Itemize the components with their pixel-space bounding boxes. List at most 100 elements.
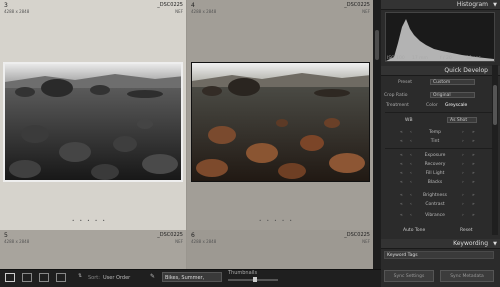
lake-greyscale-image (5, 64, 181, 180)
vibrance-decrease-large-button[interactable]: « (400, 213, 403, 218)
cell-index: 4 (191, 2, 195, 9)
vibrance-increase-large-button[interactable]: » (472, 213, 475, 218)
cell-filetype: NEF (175, 239, 183, 244)
loupe-view-icon[interactable] (22, 273, 32, 282)
cell-index: 6 (191, 232, 195, 239)
temp-decrease-large-button[interactable]: « (400, 130, 403, 135)
fill-light-decrease-button[interactable]: ‹ (410, 171, 412, 176)
recovery-decrease-button[interactable]: ‹ (410, 162, 412, 167)
contrast-decrease-large-button[interactable]: « (400, 202, 403, 207)
sync-settings-button[interactable]: Sync Settings (384, 270, 434, 282)
sort-icon[interactable]: ⇅ (78, 273, 82, 279)
fill-light-increase-large-button[interactable]: » (472, 171, 475, 176)
blacks-label: Blacks (427, 180, 443, 185)
fill-light-increase-button[interactable]: › (462, 171, 464, 176)
fill-light-decrease-large-button[interactable]: « (400, 171, 403, 176)
grid-scrollbar-thumb[interactable] (375, 30, 379, 60)
tint-decrease-button[interactable]: ‹ (410, 139, 412, 144)
grid-cell-5[interactable]: 5 4288 x 2848 _DSC0225 NEF (0, 230, 186, 269)
brightness-decrease-button[interactable]: ‹ (410, 193, 412, 198)
crop-ratio-dropdown[interactable]: Original (430, 92, 475, 98)
blacks-increase-button[interactable]: › (462, 180, 464, 185)
brightness-increase-button[interactable]: › (462, 193, 464, 198)
recovery-increase-large-button[interactable]: » (472, 162, 475, 167)
thumbnail-color[interactable] (191, 62, 370, 182)
panel-scrollbar-thumb[interactable] (493, 85, 497, 125)
divider (385, 112, 493, 113)
exposure-increase-button[interactable]: › (462, 153, 464, 158)
blacks-decrease-large-button[interactable]: « (400, 180, 403, 185)
vibrance-label: Vibrance (425, 213, 445, 218)
rating-dots[interactable]: • • • • • (259, 218, 299, 223)
thumbnail-slider-handle[interactable] (253, 277, 257, 282)
auto-tone-button[interactable]: Auto Tone (403, 228, 425, 233)
cell-index: 5 (4, 232, 8, 239)
painter-icon[interactable]: ✎ (150, 273, 155, 280)
wb-dropdown[interactable]: As Shot (447, 117, 477, 123)
lake-color-image (192, 63, 369, 181)
keyword-tags-label: Keyword Tags (387, 253, 418, 258)
thumbnail-greyscale[interactable] (3, 62, 183, 182)
collapse-arrow-icon[interactable]: ▼ (493, 239, 497, 249)
brightness-increase-large-button[interactable]: » (472, 193, 475, 198)
histogram-header[interactable]: Histogram ▼ (381, 0, 500, 10)
temp-increase-large-button[interactable]: » (472, 130, 475, 135)
blacks-increase-large-button[interactable]: » (472, 180, 475, 185)
exposure-label: Exposure (424, 153, 446, 158)
compare-view-icon[interactable] (39, 273, 49, 282)
sync-metadata-button[interactable]: Sync Metadata (440, 270, 494, 282)
tint-increase-button[interactable]: › (462, 139, 464, 144)
contrast-increase-large-button[interactable]: » (472, 202, 475, 207)
cell-dimensions: 4288 x 2848 (4, 9, 30, 14)
sort-label: Sort: (88, 275, 100, 281)
histogram-focal: 17 mm (412, 56, 428, 61)
histogram-title: Histogram (456, 1, 488, 8)
cell-filetype: NEF (175, 9, 183, 14)
blacks-decrease-button[interactable]: ‹ (410, 180, 412, 185)
tint-decrease-large-button[interactable]: « (400, 139, 403, 144)
survey-view-icon[interactable] (56, 273, 66, 282)
cell-dimensions: 4288 x 2848 (4, 239, 30, 244)
thumbnails-label: Thumbnails (228, 270, 258, 276)
quick-develop-header[interactable]: Quick Develop ▼ (381, 66, 500, 76)
temp-decrease-button[interactable]: ‹ (410, 130, 412, 135)
exposure-increase-large-button[interactable]: » (472, 153, 475, 158)
recovery-increase-button[interactable]: › (462, 162, 464, 167)
vibrance-decrease-button[interactable]: ‹ (410, 213, 412, 218)
recovery-label: Recovery (424, 162, 446, 167)
contrast-decrease-button[interactable]: ‹ (410, 202, 412, 207)
histogram-iso: ISO 100 (387, 56, 405, 61)
contrast-increase-button[interactable]: › (462, 202, 464, 207)
brightness-decrease-large-button[interactable]: « (400, 193, 403, 198)
exposure-decrease-large-button[interactable]: « (400, 153, 403, 158)
preset-dropdown[interactable]: Custom (430, 79, 475, 85)
crop-ratio-label: Crop Ratio (384, 93, 408, 98)
collapse-arrow-icon[interactable]: ▼ (493, 0, 497, 10)
temp-label: Temp (429, 130, 441, 135)
cell-dimensions: 4288 x 2848 (191, 9, 217, 14)
sort-dropdown[interactable]: User Order (103, 275, 130, 281)
cell-filename: _DSC0225 (157, 232, 183, 238)
histogram-shutter: 30 sec (466, 56, 481, 61)
grid-view-icon[interactable] (5, 273, 15, 282)
treatment-greyscale-button[interactable]: Greyscale (445, 103, 467, 108)
grid-cell-6[interactable]: 6 4288 x 2848 _DSC0225 NEF (187, 230, 373, 269)
histogram-curve (386, 19, 494, 61)
contrast-label: Contrast (425, 202, 445, 207)
grid-cell-3[interactable]: 3 4288 x 2848 _DSC0225 NEF • • • • • (0, 0, 186, 230)
library-grid: 3 4288 x 2848 _DSC0225 NEF • • • • • 4 4… (0, 0, 373, 269)
cell-filetype: NEF (362, 239, 370, 244)
tint-increase-large-button[interactable]: » (472, 139, 475, 144)
treatment-color-button[interactable]: Color (426, 103, 438, 108)
preset-label: Preset (398, 80, 413, 85)
exposure-decrease-button[interactable]: ‹ (410, 153, 412, 158)
keywording-header[interactable]: Keywording ▼ (381, 239, 500, 249)
rating-dots[interactable]: • • • • • (72, 218, 112, 223)
histogram-graph[interactable] (385, 12, 495, 62)
temp-increase-button[interactable]: › (462, 130, 464, 135)
recovery-decrease-large-button[interactable]: « (400, 162, 403, 167)
reset-button[interactable]: Reset (460, 228, 473, 233)
cell-filename: _DSC0225 (157, 2, 183, 8)
fill-light-label: Fill Light (425, 171, 445, 176)
vibrance-increase-button[interactable]: › (462, 213, 464, 218)
